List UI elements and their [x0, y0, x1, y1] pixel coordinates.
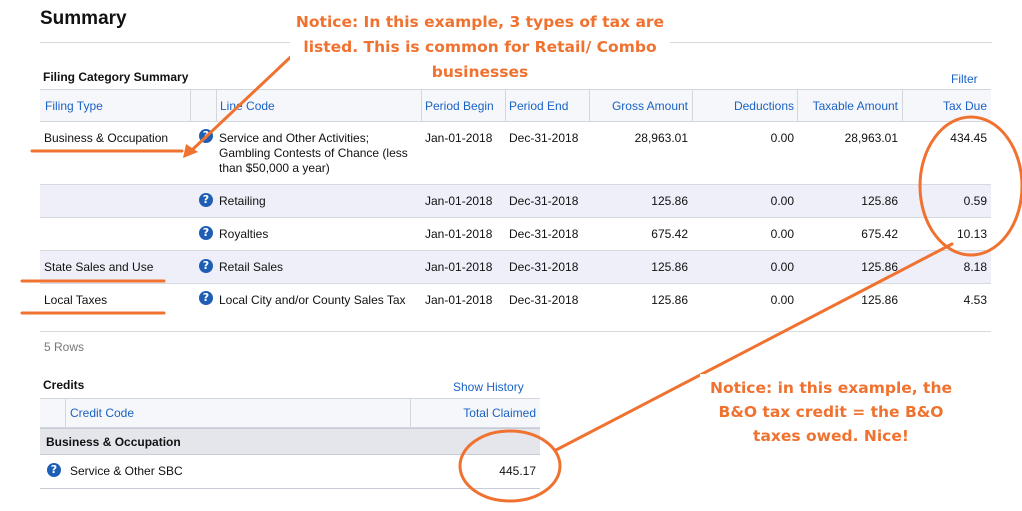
- period-begin-cell: Jan-01-2018: [425, 194, 493, 208]
- help-icon[interactable]: ?: [47, 463, 61, 477]
- gross-amount-cell: 125.86: [651, 293, 688, 307]
- period-begin-cell: Jan-01-2018: [425, 131, 493, 145]
- line-code-cell: Retail Sales: [219, 260, 284, 274]
- filing-summary-title: Filing Category Summary: [43, 70, 189, 84]
- period-begin-cell: Jan-01-2018: [425, 293, 493, 307]
- period-end-cell: Dec-31-2018: [509, 227, 579, 241]
- header-gross-amount[interactable]: Gross Amount: [589, 90, 692, 121]
- help-icon[interactable]: ?: [199, 291, 213, 305]
- filing-type-cell: Local Taxes: [44, 293, 108, 307]
- filter-link[interactable]: Filter: [951, 72, 978, 86]
- taxable-amount-cell: 125.86: [861, 293, 898, 307]
- credits-group-row: Business & Occupation: [40, 428, 540, 455]
- show-history-link[interactable]: Show History: [453, 380, 524, 394]
- credit-code-cell: Service & Other SBC: [70, 464, 183, 478]
- gross-amount-cell: 125.86: [651, 194, 688, 208]
- period-end-cell: Dec-31-2018: [509, 194, 579, 208]
- help-icon[interactable]: ?: [199, 129, 213, 143]
- period-end-cell: Dec-31-2018: [509, 293, 579, 307]
- header-deductions[interactable]: Deductions: [692, 90, 798, 121]
- credit-row: ? Service & Other SBC 445.17: [40, 455, 540, 488]
- header-period-begin[interactable]: Period Begin: [421, 90, 506, 121]
- header-taxable-amount[interactable]: Taxable Amount: [797, 90, 902, 121]
- period-end-cell: Dec-31-2018: [509, 131, 579, 145]
- gross-amount-cell: 675.42: [651, 227, 688, 241]
- table-row: ? Royalties Jan-01-2018 Dec-31-2018 675.…: [40, 218, 991, 251]
- taxable-amount-cell: 28,963.01: [844, 131, 898, 145]
- annotation-note-1: Notice: In this example, 3 types of tax …: [290, 8, 670, 87]
- taxable-amount-cell: 125.86: [861, 194, 898, 208]
- line-code-cell: Royalties: [219, 227, 269, 241]
- total-claimed-cell: 445.17: [499, 464, 536, 478]
- table-row: Business & Occupation ? Service and Othe…: [40, 122, 991, 185]
- line-code-cell: Local City and/or County Sales Tax: [219, 293, 406, 307]
- taxable-amount-cell: 125.86: [861, 260, 898, 274]
- credits-title: Credits: [43, 378, 85, 392]
- tax-due-cell: 8.18: [963, 260, 987, 274]
- gross-amount-cell: 28,963.01: [634, 131, 688, 145]
- table-row: State Sales and Use ? Retail Sales Jan-0…: [40, 251, 991, 284]
- table-row: Local Taxes ? Local City and/or County S…: [40, 284, 991, 332]
- tax-due-cell: 434.45: [950, 131, 987, 145]
- deductions-cell: 0.00: [770, 131, 794, 145]
- tax-due-cell: 4.53: [963, 293, 987, 307]
- filing-type-cell: Business & Occupation: [44, 131, 169, 145]
- period-begin-cell: Jan-01-2018: [425, 260, 493, 274]
- deductions-cell: 0.00: [770, 227, 794, 241]
- row-count: 5 Rows: [44, 340, 85, 354]
- deductions-cell: 0.00: [770, 194, 794, 208]
- header-period-end[interactable]: Period End: [505, 90, 590, 121]
- gross-amount-cell: 125.86: [651, 260, 688, 274]
- period-begin-cell: Jan-01-2018: [425, 227, 493, 241]
- help-icon[interactable]: ?: [199, 193, 213, 207]
- deductions-cell: 0.00: [770, 260, 794, 274]
- page-title: Summary: [40, 8, 127, 29]
- line-code-cell: Service and Other Activities; Gambling C…: [219, 131, 408, 175]
- annotation-note-2: Notice: in this example, the B&O tax cre…: [700, 374, 962, 450]
- deductions-cell: 0.00: [770, 293, 794, 307]
- line-code-cell: Retailing: [219, 194, 266, 208]
- table-row: ? Retailing Jan-01-2018 Dec-31-2018 125.…: [40, 185, 991, 218]
- group-label: Business & Occupation: [46, 435, 181, 449]
- filing-type-cell: State Sales and Use: [44, 260, 154, 274]
- help-icon[interactable]: ?: [199, 226, 213, 240]
- credits-table: Credit Code Total Claimed Business & Occ…: [40, 398, 540, 489]
- taxable-amount-cell: 675.42: [861, 227, 898, 241]
- tax-due-cell: 10.13: [956, 227, 987, 241]
- header-tax-due[interactable]: Tax Due: [902, 90, 991, 121]
- header-line-code[interactable]: Line Code: [216, 90, 422, 121]
- filing-summary-header: Filing Type Line Code Period Begin Perio…: [40, 89, 991, 122]
- col-separator: [190, 90, 191, 121]
- header-total-claimed[interactable]: Total Claimed: [410, 399, 540, 427]
- period-end-cell: Dec-31-2018: [509, 260, 579, 274]
- tax-due-cell: 0.59: [963, 194, 987, 208]
- header-filing-type[interactable]: Filing Type: [41, 90, 191, 121]
- credits-header: Credit Code Total Claimed: [40, 398, 540, 428]
- help-icon[interactable]: ?: [199, 259, 213, 273]
- header-credit-code[interactable]: Credit Code: [66, 399, 266, 427]
